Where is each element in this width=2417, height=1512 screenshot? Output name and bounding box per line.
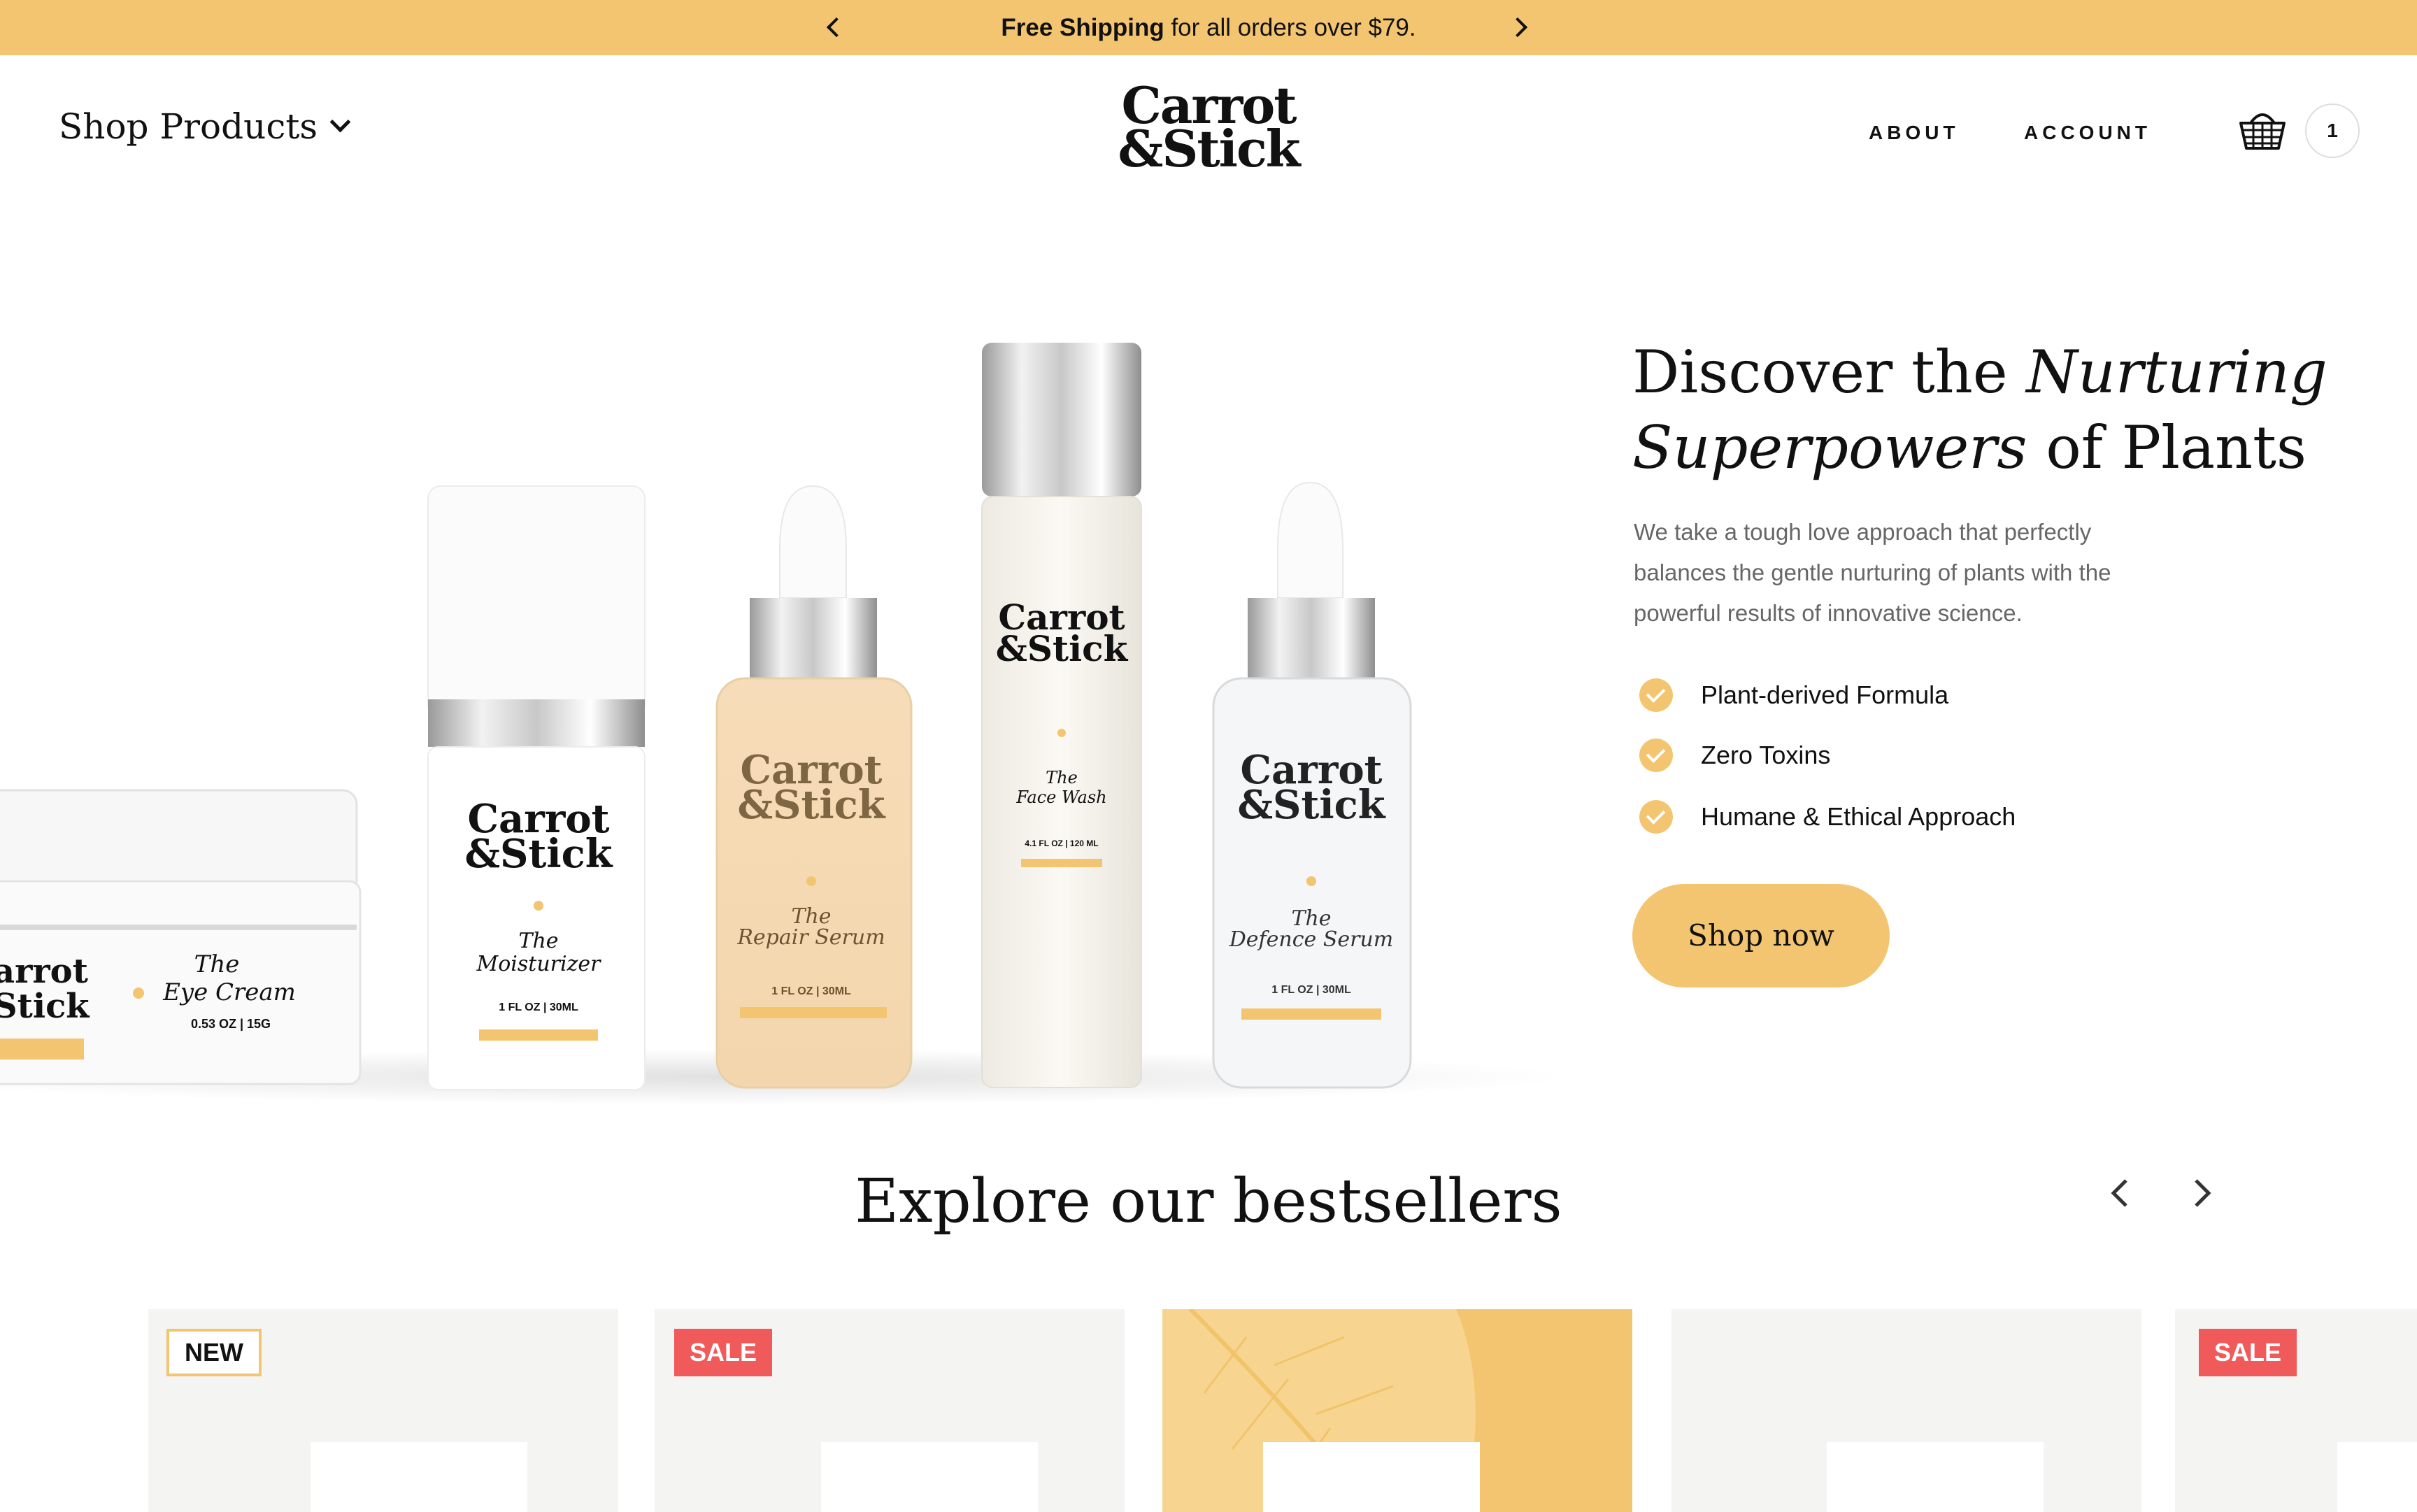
svg-text:0.53 OZ | 15G: 0.53 OZ | 15G bbox=[191, 1017, 271, 1031]
svg-text:&Stick: &Stick bbox=[737, 782, 885, 828]
svg-text:The: The bbox=[194, 950, 240, 978]
hero-title-part1: Discover the bbox=[1632, 338, 2027, 406]
nav-account[interactable]: ACCOUNT bbox=[2024, 122, 2151, 144]
feature-item: Humane & Ethical Approach bbox=[1639, 800, 2016, 834]
product-card[interactable]: NEW bbox=[148, 1309, 618, 1512]
product-package bbox=[1263, 1442, 1480, 1512]
new-badge: NEW bbox=[166, 1329, 262, 1376]
check-icon bbox=[1639, 678, 1673, 712]
nav-about[interactable]: ABOUT bbox=[1869, 122, 1960, 144]
carousel-prev-icon[interactable] bbox=[2099, 1172, 2141, 1214]
svg-text:Defence Serum: Defence Serum bbox=[1229, 927, 1394, 952]
svg-text:Eye Cream: Eye Cream bbox=[162, 978, 296, 1006]
hero-title-part2: of Plants bbox=[2027, 413, 2307, 482]
check-icon bbox=[1639, 800, 1673, 834]
product-package bbox=[821, 1442, 1038, 1512]
repair-serum-bottle: Carrot &Stick The Repair Serum 1 FL OZ |… bbox=[715, 485, 913, 1089]
sale-badge: SALE bbox=[674, 1329, 772, 1376]
shop-products-label: Shop Products bbox=[59, 106, 318, 147]
logo-line2: &Stick bbox=[1118, 119, 1300, 178]
svg-text:4.1 FL OZ | 120 ML: 4.1 FL OZ | 120 ML bbox=[1025, 839, 1098, 848]
face-wash-bottle: Carrot &Stick The Face Wash 4.1 FL OZ | … bbox=[981, 343, 1142, 1088]
product-card[interactable]: SALE bbox=[2175, 1309, 2417, 1512]
defence-serum-bottle: Carrot &Stick The Defence Serum 1 FL OZ … bbox=[1212, 481, 1412, 1089]
svg-text:&Stick: &Stick bbox=[996, 628, 1129, 669]
sale-badge: SALE bbox=[2199, 1329, 2297, 1376]
hero-description: We take a tough love approach that perfe… bbox=[1634, 519, 2111, 626]
feature-item: Plant-derived Formula bbox=[1639, 678, 1948, 712]
product-package bbox=[2337, 1442, 2417, 1512]
bestsellers-title: Explore our bestsellers bbox=[855, 1167, 1562, 1236]
product-card[interactable] bbox=[1162, 1309, 1632, 1512]
cart-count-badge[interactable]: 1 bbox=[2305, 104, 2360, 158]
svg-text:&Stick: &Stick bbox=[1237, 782, 1385, 828]
svg-text:The: The bbox=[518, 929, 558, 953]
feature-label: Plant-derived Formula bbox=[1701, 680, 1949, 709]
announcement-message: Free Shipping for all orders over $79. bbox=[0, 0, 2417, 55]
feature-item: Zero Toxins bbox=[1639, 739, 1830, 772]
moisturizer-bottle: Carrot &Stick The Moisturizer 1 FL OZ | … bbox=[427, 485, 646, 1090]
feature-label: Humane & Ethical Approach bbox=[1701, 802, 2016, 831]
svg-text:Repair Serum: Repair Serum bbox=[736, 925, 885, 950]
shop-products-menu[interactable]: Shop Products bbox=[59, 106, 351, 147]
product-package bbox=[1827, 1442, 2044, 1512]
svg-text:Stick: Stick bbox=[0, 987, 90, 1026]
announcement-text: for all orders over $79. bbox=[1164, 14, 1416, 41]
svg-text:arrot: arrot bbox=[0, 952, 88, 991]
svg-text:The: The bbox=[1046, 768, 1078, 787]
svg-text:1 FL OZ | 30ML: 1 FL OZ | 30ML bbox=[771, 985, 851, 997]
svg-text:1 FL OZ | 30ML: 1 FL OZ | 30ML bbox=[1271, 984, 1351, 996]
check-icon bbox=[1639, 739, 1673, 772]
hero-product-image: arrot Stick The Eye Cream 0.53 OZ | 15G … bbox=[0, 343, 1574, 1105]
basket-icon[interactable] bbox=[2238, 105, 2287, 154]
svg-text:1 FL OZ | 30ML: 1 FL OZ | 30ML bbox=[499, 1001, 578, 1013]
chevron-down-icon bbox=[329, 111, 351, 132]
feature-label: Zero Toxins bbox=[1701, 741, 1831, 769]
svg-text:Moisturizer: Moisturizer bbox=[476, 952, 602, 976]
eye-cream-jar: arrot Stick The Eye Cream 0.53 OZ | 15G bbox=[0, 789, 362, 1085]
carousel-next-icon[interactable] bbox=[2181, 1172, 2223, 1214]
hero-title: Discover the Nurturing Superpowers of Pl… bbox=[1632, 334, 2402, 485]
hero-title-italic1: Nurturing bbox=[2026, 338, 2327, 406]
brand-logo[interactable]: Carrot &Stick bbox=[1118, 80, 1300, 178]
shop-now-button[interactable]: Shop now bbox=[1632, 884, 1890, 987]
product-card[interactable]: SALE bbox=[655, 1309, 1125, 1512]
svg-text:Face Wash: Face Wash bbox=[1015, 787, 1106, 807]
product-card[interactable] bbox=[1671, 1309, 2141, 1512]
announcement-bar: Free Shipping for all orders over $79. bbox=[0, 0, 2417, 55]
announcement-bold: Free Shipping bbox=[1001, 14, 1164, 41]
svg-text:&Stick: &Stick bbox=[464, 831, 613, 877]
product-package bbox=[311, 1442, 527, 1512]
hero-title-italic2: Superpowers bbox=[1632, 413, 2027, 482]
